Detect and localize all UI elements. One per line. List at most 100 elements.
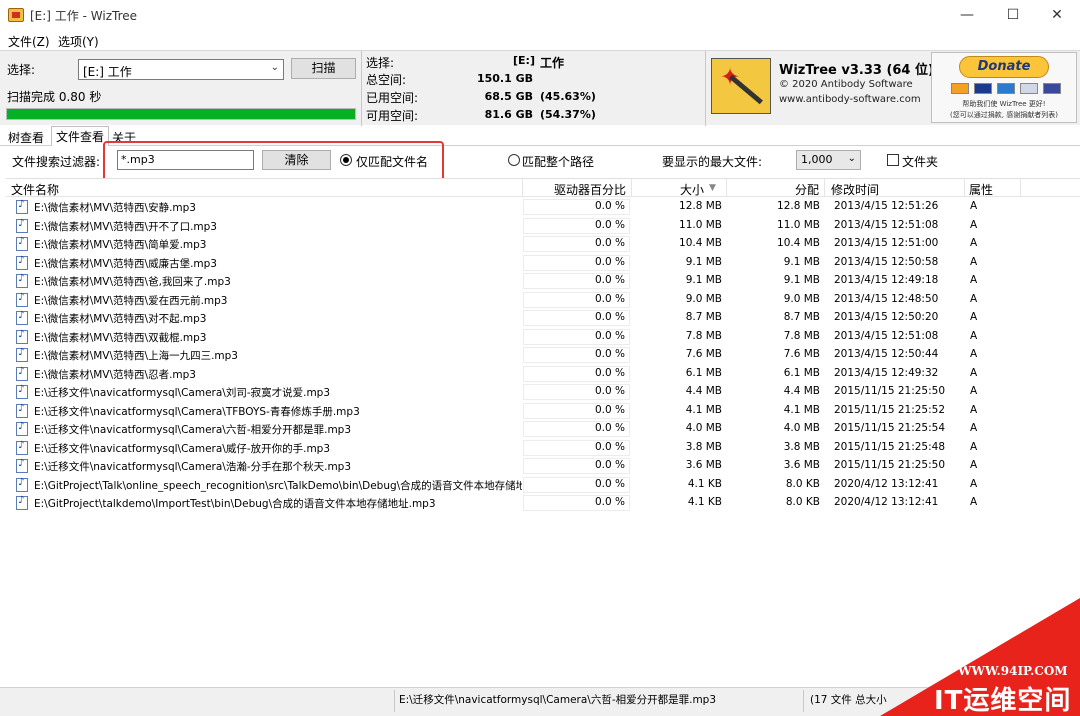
file-size: 10.4 MB (679, 237, 722, 249)
free-space-percent: (54.37%) (540, 108, 596, 121)
website-link[interactable]: www.antibody-software.com (779, 94, 921, 105)
mastercard-icon (951, 83, 969, 94)
file-name: E:\微信素材\MV\范特西\双截棍.mp3 (34, 331, 207, 344)
drive-select-value: [E:] 工作 (83, 65, 132, 79)
visa-icon (974, 83, 992, 94)
menu-options[interactable]: 选项(Y) (58, 33, 99, 50)
column-percent-header[interactable]: 驱动器百分比 (554, 181, 626, 198)
max-files-select[interactable]: 1,000 ⌄ (796, 150, 861, 170)
column-alloc-header[interactable]: 分配 (795, 181, 819, 198)
file-name: E:\微信素材\MV\范特西\忍者.mp3 (34, 368, 196, 381)
table-row[interactable]: E:\迁移文件\navicatformysql\Camera\威仔-放开你的手.… (6, 439, 1080, 458)
used-space-label: 已用空间: (366, 91, 419, 105)
table-row[interactable]: E:\GitProject\talkdemo\ImportTest\bin\De… (6, 494, 1080, 513)
file-percent: 0.0 % (594, 459, 625, 471)
minimize-button[interactable]: — (944, 0, 990, 30)
drive-select[interactable]: [E:] 工作 ⌄ (78, 59, 284, 80)
file-name: E:\迁移文件\navicatformysql\Camera\TFBOYS-青春… (34, 405, 360, 418)
file-name: E:\微信素材\MV\范特西\威廉古堡.mp3 (34, 257, 217, 270)
table-row[interactable]: E:\迁移文件\navicatformysql\Camera\六哲-相爱分开都是… (6, 420, 1080, 439)
paypal-icon (1020, 83, 1038, 94)
file-name: E:\微信素材\MV\范特西\爱在西元前.mp3 (34, 294, 228, 307)
column-modified-header[interactable]: 修改时间 (831, 181, 879, 198)
file-percent: 0.0 % (594, 255, 625, 268)
donate-button[interactable]: Donate (959, 56, 1049, 78)
amex-icon (997, 83, 1015, 94)
file-alloc: 8.0 KB (785, 477, 820, 490)
file-modified: 2015/11/15 21:25:48 (834, 440, 946, 453)
file-attr: A (970, 218, 978, 231)
file-size: 3.8 MB (685, 440, 722, 453)
audio-file-icon (16, 495, 28, 510)
file-percent: 0.0 % (594, 403, 625, 416)
file-size: 4.4 MB (685, 385, 722, 397)
tab-tree-view[interactable]: 树查看 (4, 128, 48, 146)
folder-label: 文件夹 (902, 155, 939, 169)
file-attr: A (970, 274, 978, 286)
title-bar: [E:] 工作 - WizTree — ☐ ✕ (0, 0, 1080, 30)
scan-button[interactable]: 扫描 (291, 58, 356, 79)
file-attr: A (970, 237, 978, 249)
close-button[interactable]: ✕ (1034, 0, 1080, 30)
file-modified: 2013/4/15 12:48:50 (834, 292, 939, 305)
table-row[interactable]: E:\微信素材\MV\范特西\威廉古堡.mp3 0.0 % 9.1 MB 9.1 MB… (6, 254, 1080, 273)
file-attr: A (970, 311, 978, 323)
table-row[interactable]: E:\微信素材\MV\范特西\简单爱.mp3 0.0 % 10.4 MB 10.4 M… (6, 235, 1080, 254)
table-row[interactable]: E:\迁移文件\navicatformysql\Camera\刘司-寂寞才说爱.… (6, 383, 1080, 402)
table-row[interactable]: E:\微信素材\MV\范特西\安静.mp3 0.0 % 12.8 MB 12.8 MB… (6, 198, 1080, 217)
column-attr-header[interactable]: 属性 (969, 181, 993, 198)
match-path-label: 匹配整个路径 (522, 155, 595, 169)
table-row[interactable]: E:\迁移文件\navicatformysql\Camera\浩瀚-分手在那个秋… (6, 457, 1080, 476)
chevron-down-icon: ⌄ (270, 62, 279, 73)
file-attr: A (970, 496, 978, 508)
file-alloc: 3.6 MB (783, 459, 820, 471)
scan-progress-fill (7, 109, 355, 119)
column-size-header[interactable]: 大小 (680, 181, 704, 198)
stats-drive-name: 工作 (540, 56, 565, 70)
file-alloc: 7.8 MB (783, 329, 820, 342)
divider (705, 51, 706, 126)
column-name-header[interactable]: 文件名称 (11, 181, 59, 198)
table-row[interactable]: E:\微信素材\MV\范特西\爸,我回来了.mp3 0.0 % 9.1 MB 9.1 … (6, 272, 1080, 291)
folder-checkbox[interactable] (887, 154, 899, 166)
table-row[interactable]: E:\微信素材\MV\范特西\爱在西元前.mp3 0.0 % 9.0 MB 9.0 M… (6, 291, 1080, 310)
watermark-url: WWW.94IP.COM (958, 664, 1068, 678)
table-row[interactable]: E:\微信素材\MV\范特西\对不起.mp3 0.0 % 8.7 MB 8.7 MB 2… (6, 309, 1080, 328)
tab-file-view[interactable]: 文件查看 (51, 126, 110, 146)
file-attr: A (970, 292, 978, 305)
table-row[interactable]: E:\微信素材\MV\范特西\开不了口.mp3 0.0 % 11.0 MB 11.0 … (6, 217, 1080, 236)
table-row[interactable]: E:\微信素材\MV\范特西\上海一九四三.mp3 0.0 % 7.6 MB 7.6 … (6, 346, 1080, 365)
menu-file[interactable]: 文件(Z) (8, 33, 50, 50)
file-percent: 0.0 % (594, 477, 625, 490)
file-attr: A (970, 422, 978, 434)
table-row[interactable]: E:\迁移文件\navicatformysql\Camera\TFBOYS-青春… (6, 402, 1080, 421)
bank-icon (1043, 83, 1061, 94)
file-size: 3.6 MB (685, 459, 722, 471)
file-size: 9.0 MB (685, 292, 722, 305)
file-list: 文件名称 驱动器百分比 大小 ▼ 分配 修改时间 属性 E:\微信素材\MV\范… (6, 178, 1080, 687)
table-row[interactable]: E:\微信素材\MV\范特西\忍者.mp3 0.0 % 6.1 MB 6.1 MB 20… (6, 365, 1080, 384)
file-attr: A (970, 477, 978, 490)
table-row[interactable]: E:\GitProject\Talk\online_speech_recogni… (6, 476, 1080, 495)
free-space-value: 81.6 GB (484, 108, 533, 121)
file-alloc: 4.4 MB (783, 385, 820, 397)
audio-file-icon (16, 310, 28, 325)
file-size: 8.7 MB (685, 311, 722, 323)
menu-bar: 文件(Z) 选项(Y) (0, 30, 1080, 50)
audio-file-icon (16, 477, 28, 492)
audio-file-icon (16, 292, 28, 307)
table-row[interactable]: E:\微信素材\MV\范特西\双截棍.mp3 0.0 % 7.8 MB 7.8 MB 2… (6, 328, 1080, 347)
file-name: E:\迁移文件\navicatformysql\Camera\刘司-寂寞才说爱.… (34, 387, 331, 399)
file-size: 12.8 MB (679, 200, 722, 212)
file-alloc: 7.6 MB (783, 348, 820, 360)
file-alloc: 10.4 MB (777, 237, 820, 249)
match-path-radio[interactable] (508, 154, 520, 166)
used-space-value: 68.5 GB (484, 90, 533, 103)
file-name: E:\微信素材\MV\范特西\爸,我回来了.mp3 (34, 276, 231, 288)
maximize-button[interactable]: ☐ (990, 0, 1036, 30)
donate-note: 帮助我们使 WizTree 更好! (962, 100, 1046, 108)
file-attr: A (970, 459, 978, 471)
audio-file-icon (16, 329, 28, 344)
total-space-value: 150.1 GB (476, 72, 533, 85)
audio-file-icon (16, 458, 28, 473)
